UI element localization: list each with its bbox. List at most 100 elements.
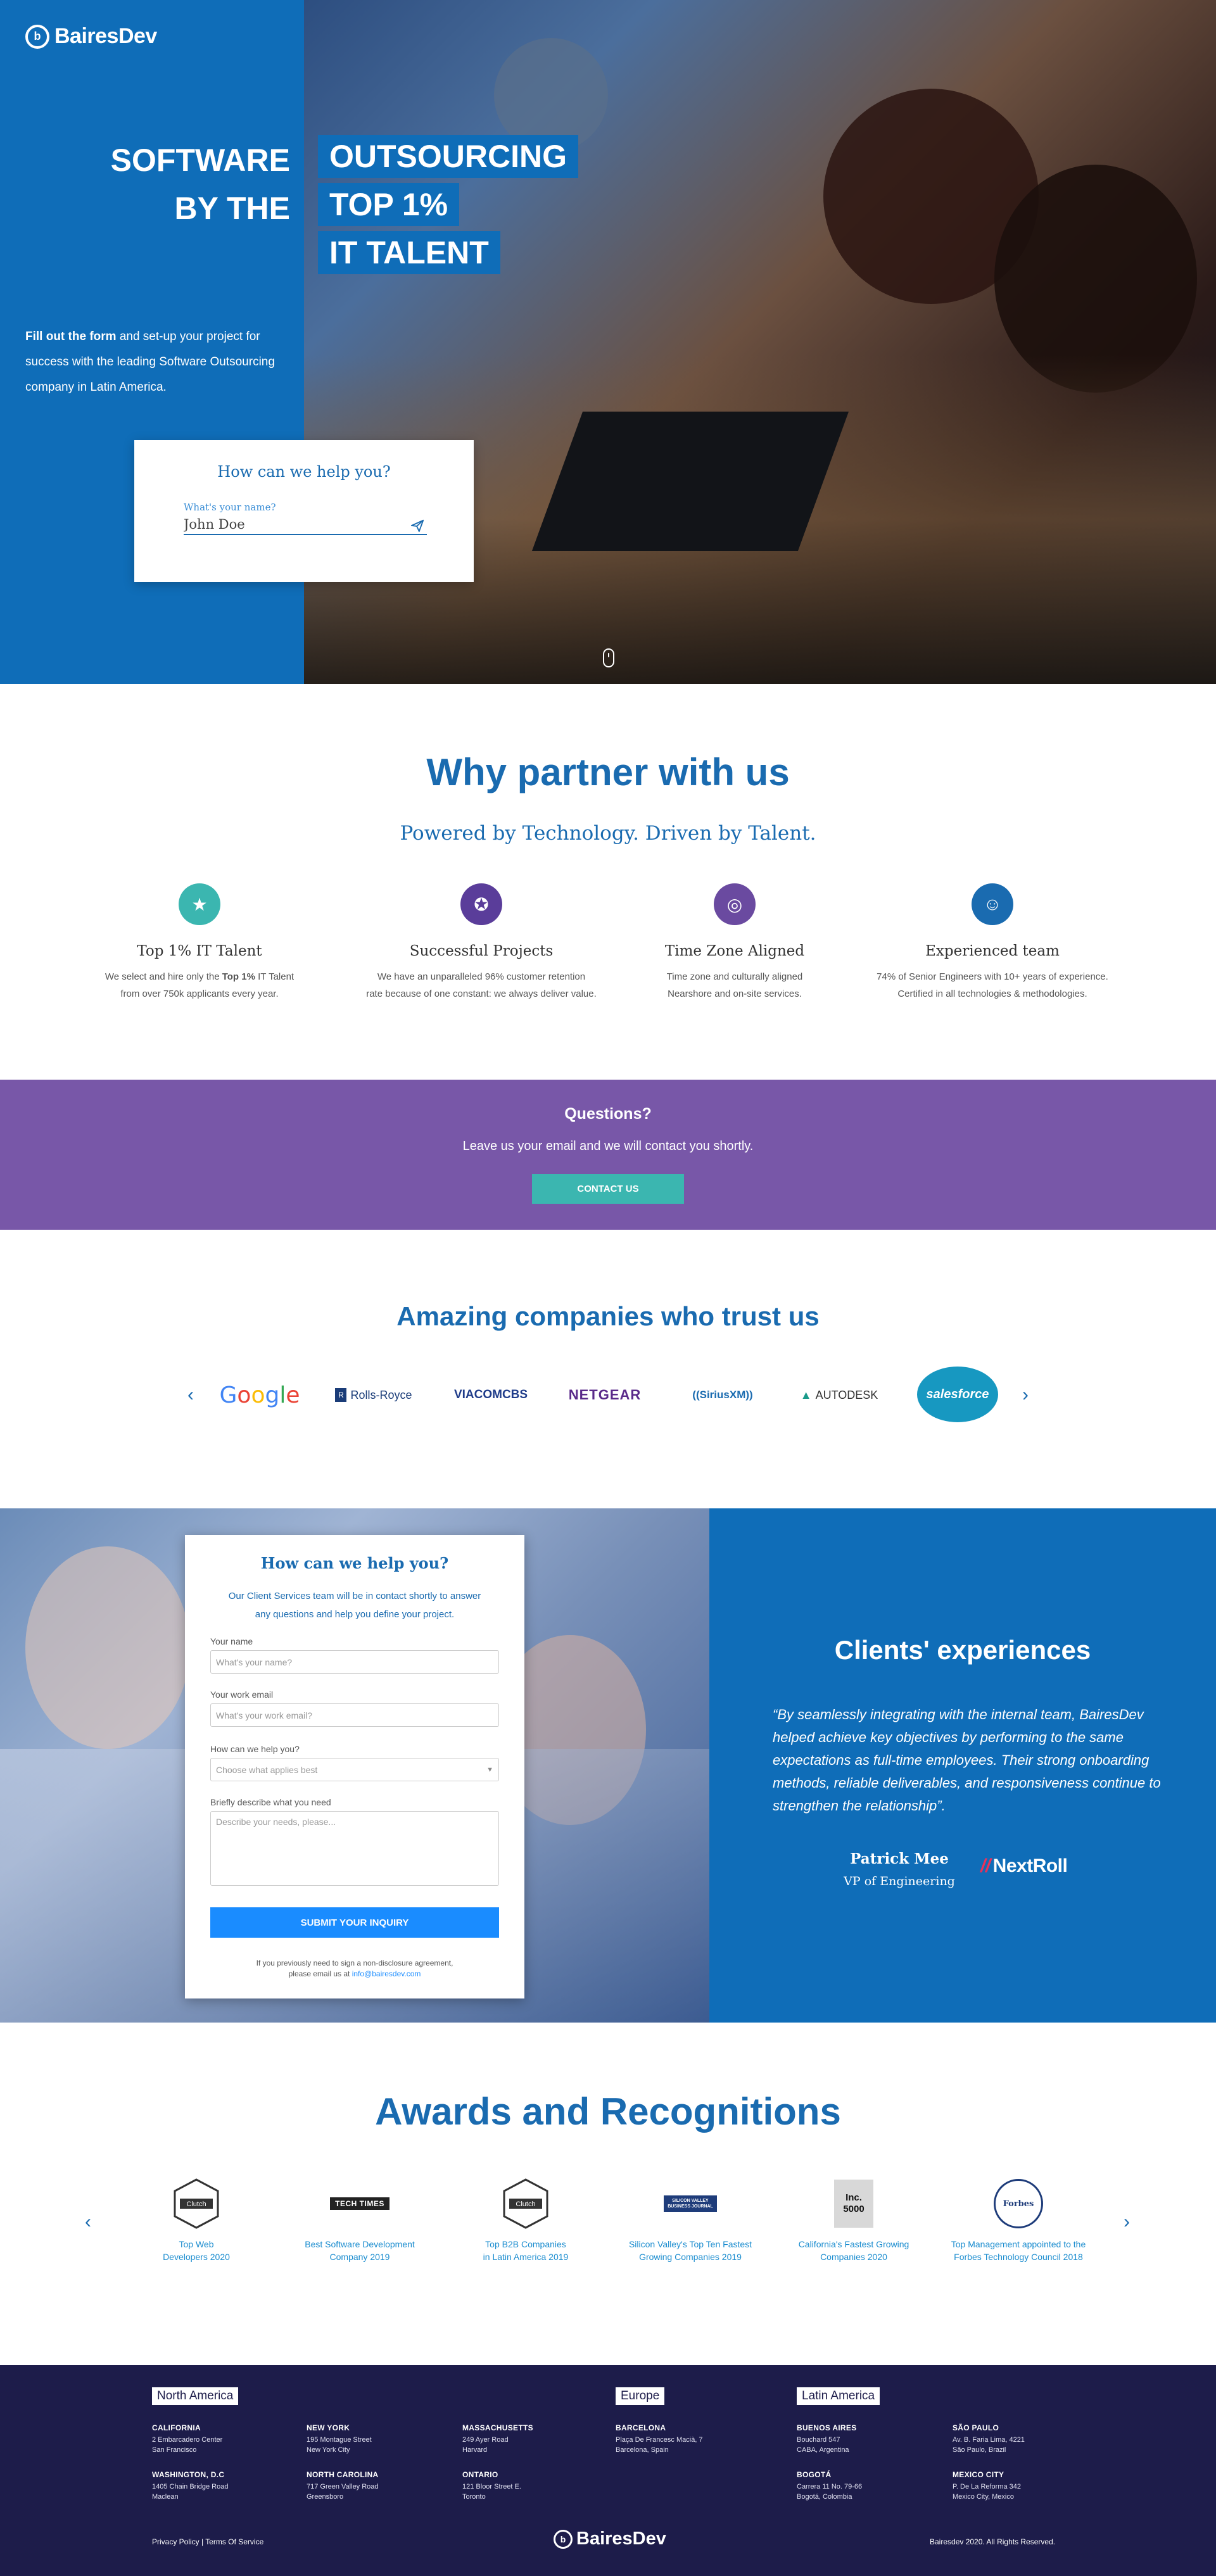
email-link[interactable]: info@bairesdev.com	[352, 1969, 421, 1978]
client-logo-autodesk: ▲ AUTODESK	[800, 1388, 878, 1401]
questions-banner: Questions? Leave us your email and we wi…	[0, 1080, 1216, 1230]
client-logo-rolls-royce: R Rolls-Royce	[329, 1379, 418, 1411]
award-item: TECH TIMES Best Software Development Comp…	[284, 2178, 436, 2263]
clients-experiences: Clients' experiences “By seamlessly inte…	[709, 1508, 1216, 2023]
office-city: CALIFORNIA	[152, 2423, 201, 2432]
office-address: 249 Ayer Road Harvard	[462, 2436, 509, 2454]
feature-title: Top 1% IT Talent	[137, 943, 262, 959]
office-address: Av. B. Faria Lima, 4221 São Paulo, Brazil	[953, 2436, 1025, 2454]
hero-desc-bold: Fill out the form	[25, 330, 117, 343]
office-address: 2 Embarcadero Center San Francisco	[152, 2436, 223, 2454]
help-label: How can we help you?	[210, 1744, 300, 1754]
client-logo-netgear: NETGEAR	[568, 1387, 642, 1403]
tech-times-badge-icon: TECH TIMES	[284, 2178, 436, 2229]
hero-form-label: What's your name?	[184, 502, 276, 513]
name-label: Your name	[210, 1636, 253, 1646]
office-city: SÃO PAULO	[953, 2423, 999, 2432]
client-logo-viacomcbs: VIACOMCBS	[453, 1388, 528, 1401]
feature-title: Successful Projects	[409, 943, 554, 959]
headline-right-2: TOP 1%	[318, 183, 460, 226]
office-city: MEXICO CITY	[953, 2470, 1004, 2479]
testimonial-role: VP of Engineering	[844, 1874, 955, 1888]
region-label: Europe	[616, 2387, 665, 2405]
cta-title: Questions?	[564, 1105, 652, 1123]
describe-textarea[interactable]: Describe your needs, please...	[210, 1811, 499, 1886]
submit-inquiry-button[interactable]: SUBMIT YOUR INQUIRY	[210, 1907, 499, 1938]
cta-subtitle: Leave us your email and we will contact …	[462, 1139, 754, 1153]
trust-title: Amazing companies who trust us	[396, 1301, 820, 1331]
office-address: 1405 Chain Bridge Road Maclean	[152, 2483, 229, 2501]
logo-mark-icon: b	[554, 2529, 573, 2549]
feature-title: Time Zone Aligned	[664, 943, 805, 959]
inquiry-form-intro: Our Client Services team will be in cont…	[228, 1591, 481, 1620]
office-address: 121 Bloor Street E. Toronto	[462, 2483, 521, 2501]
hero-section: b BairesDev SOFTWARE BY THE OUTSOURCING …	[0, 0, 1216, 684]
chevron-left-icon[interactable]: ‹	[181, 1386, 200, 1405]
award-caption: Silicon Valley's Top Ten Fastest Growing …	[628, 2239, 752, 2262]
svg-text:Clutch: Clutch	[186, 2200, 206, 2208]
chevron-right-icon[interactable]: ›	[1117, 2213, 1136, 2232]
inquiry-form-card: How can we help you? Our Client Services…	[185, 1535, 524, 1998]
client-logo-siriusxm: ((SiriusXM))	[692, 1389, 753, 1401]
describe-label: Briefly describe what you need	[210, 1797, 331, 1807]
scroll-down-icon[interactable]	[603, 648, 614, 667]
client-logo-salesforce: salesforce	[917, 1367, 998, 1422]
feature-item: ✪ Successful Projects We have an unparal…	[348, 883, 614, 1002]
logo-text: BairesDev	[54, 24, 157, 48]
svg-text:Clutch: Clutch	[516, 2200, 535, 2208]
hero-form-card: How can we help you? What's your name?	[134, 440, 474, 582]
hero-form-title: How can we help you?	[217, 463, 391, 481]
inquiry-form-title: How can we help you?	[260, 1554, 449, 1572]
office-address: P. De La Reforma 342 Mexico City, Mexico	[953, 2483, 1022, 2501]
help-select[interactable]: Choose what applies best ▼	[210, 1758, 499, 1781]
award-caption: Top B2B Companies in Latin America 2019	[483, 2239, 569, 2262]
award-caption: California's Fastest Growing Companies 20…	[798, 2239, 909, 2262]
inc5000-badge-icon: Inc. 5000	[778, 2178, 930, 2229]
hero-name-input[interactable]	[184, 515, 427, 535]
headline-left-2: BY THE	[174, 191, 290, 226]
feature-item: ★ Top 1% IT Talent We select and hire on…	[66, 883, 332, 1002]
office-city: WASHINGTON, D.C	[152, 2470, 225, 2479]
medal-icon: ✪	[460, 883, 502, 925]
logo-text: BairesDev	[576, 2529, 666, 2549]
award-caption: Top Web Developers 2020	[163, 2239, 230, 2262]
footer: North America Europe Latin America CALIF…	[0, 2365, 1216, 2576]
office-city: MASSACHUSETTS	[462, 2423, 533, 2432]
why-title: Why partner with us	[426, 751, 790, 793]
office-city: NEW YORK	[307, 2423, 350, 2432]
hero-description: Fill out the form and set-up your projec…	[25, 324, 304, 400]
office-city: BARCELONA	[616, 2423, 666, 2432]
team-icon: ☺	[972, 883, 1013, 925]
contact-us-button[interactable]: CONTACT US	[532, 1174, 684, 1204]
award-item: Inc. 5000 California's Fastest Growing Co…	[778, 2178, 930, 2263]
award-item: SILICON VALLEY BUSINESS JOURNAL Silicon …	[614, 2178, 766, 2263]
copyright: Bairesdev 2020. All Rights Reserved.	[930, 2537, 1056, 2546]
name-field[interactable]: What's your name?	[210, 1650, 499, 1674]
testimonial-quote: “By seamlessly integrating with the inte…	[773, 1707, 1161, 1814]
award-caption: Best Software Development Company 2019	[305, 2239, 415, 2262]
feature-desc: We select and hire only the Top 1% IT Ta…	[104, 971, 294, 999]
caret-down-icon: ▼	[486, 1766, 493, 1774]
chevron-left-icon[interactable]: ‹	[79, 2213, 98, 2232]
forbes-badge-icon: Forbes	[942, 2178, 1094, 2229]
award-item: Clutch Top B2B Companies in Latin America…	[450, 2178, 602, 2263]
email-field[interactable]: What's your work email?	[210, 1703, 499, 1727]
feature-desc: Time zone and culturally aligned Nearshor…	[666, 971, 803, 999]
feature-desc: 74% of Senior Engineers with 10+ years o…	[877, 971, 1108, 999]
feature-item: ◎ Time Zone Aligned Time zone and cultur…	[602, 883, 868, 1002]
headline-left-1: SOFTWARE	[110, 142, 290, 178]
office-address: 195 Montague Street New York City	[307, 2436, 372, 2454]
why-subtitle: Powered by Technology. Driven by Talent.	[400, 822, 816, 845]
footer-logo[interactable]: b BairesDev	[554, 2529, 666, 2549]
chevron-right-icon[interactable]: ›	[1016, 1386, 1035, 1405]
page: b BairesDev SOFTWARE BY THE OUTSOURCING …	[0, 0, 1216, 2576]
logo-mark-icon: b	[25, 24, 49, 49]
policy-links[interactable]: Privacy Policy | Terms Of Service	[152, 2537, 263, 2546]
send-icon[interactable]	[410, 519, 424, 533]
office-city: ONTARIO	[462, 2470, 498, 2479]
region-label: North America	[152, 2387, 239, 2405]
email-label: Your work email	[210, 1689, 274, 1700]
office-city: BUENOS AIRES	[797, 2423, 857, 2432]
svbj-badge-icon: SILICON VALLEY BUSINESS JOURNAL	[614, 2178, 766, 2229]
brand-logo[interactable]: b BairesDev	[25, 24, 157, 49]
